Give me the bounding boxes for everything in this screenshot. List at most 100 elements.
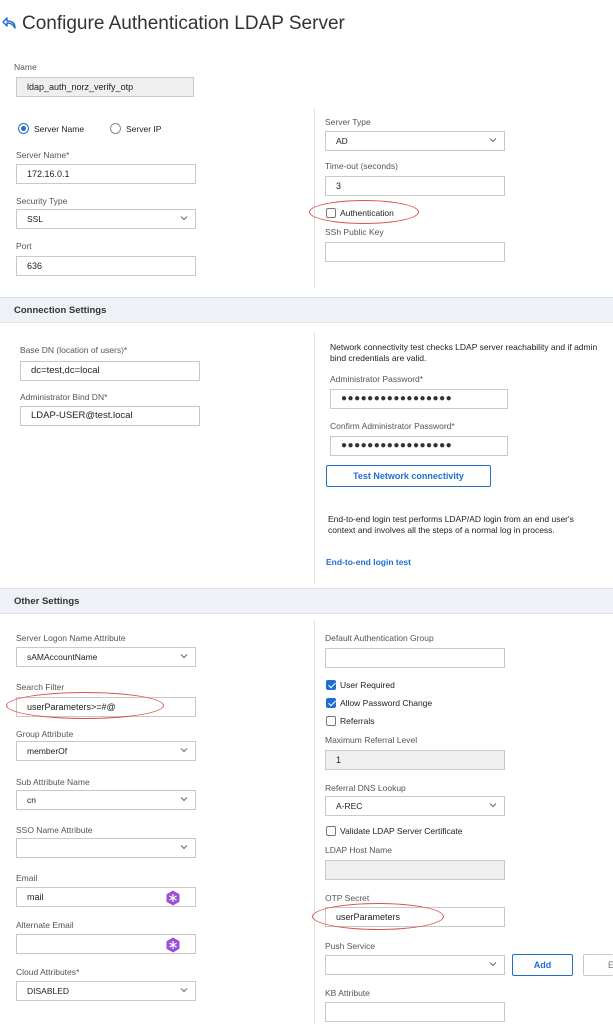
edit-button[interactable]: Ed (583, 954, 613, 976)
default-group-input[interactable] (325, 648, 505, 668)
chevron-down-icon (180, 654, 188, 659)
validate-cert-checkbox[interactable] (326, 826, 336, 836)
referrals-checkbox[interactable] (326, 716, 336, 726)
chevron-down-icon (489, 138, 497, 143)
key-generator-icon[interactable] (165, 937, 181, 953)
security-type-select[interactable]: SSL (16, 209, 196, 229)
validate-cert-label: Validate LDAP Server Certificate (340, 826, 463, 836)
kb-attribute-label: KB Attribute (325, 988, 370, 998)
cloud-attr-value: DISABLED (27, 986, 70, 996)
other-settings-header: Other Settings (0, 588, 613, 614)
timeout-input[interactable]: 3 (325, 176, 505, 196)
email-input[interactable]: mail (16, 887, 196, 907)
column-divider (314, 108, 315, 288)
column-divider (314, 333, 315, 583)
chevron-down-icon (180, 216, 188, 221)
other-settings-title: Other Settings (14, 596, 80, 607)
search-filter-label: Search Filter (16, 682, 65, 692)
sub-attr-value: cn (27, 795, 36, 805)
max-referral-label: Maximum Referral Level (325, 735, 418, 745)
network-test-note: Network connectivity test checks LDAP se… (330, 342, 598, 363)
otp-secret-label: OTP Secret (325, 893, 370, 903)
confirm-password-label: Confirm Administrator Password* (330, 421, 455, 431)
column-divider (314, 620, 315, 1024)
port-input[interactable]: 636 (16, 256, 196, 276)
server-name-input[interactable]: 172.16.0.1 (16, 164, 196, 184)
sub-attr-select[interactable]: cn (16, 790, 196, 810)
server-name-label: Server Name* (16, 150, 70, 160)
name-label: Name (14, 62, 37, 72)
confirm-password-input[interactable]: ●●●●●●●●●●●●●●●●● (330, 436, 508, 456)
back-arrow-icon[interactable] (2, 16, 18, 32)
server-type-select[interactable]: AD (325, 131, 505, 151)
port-label: Port (16, 241, 32, 251)
max-referral-input: 1 (325, 750, 505, 770)
authentication-label: Authentication (340, 208, 394, 218)
connection-settings-header: Connection Settings (0, 297, 613, 323)
radio-server-ip-label: Server IP (126, 124, 162, 134)
radio-server-ip[interactable] (110, 123, 121, 134)
server-type-label: Server Type (325, 117, 371, 127)
otp-secret-input[interactable]: userParameters (325, 907, 505, 927)
group-attr-label: Group Attribute (16, 729, 74, 739)
push-service-select[interactable] (325, 955, 505, 975)
key-generator-icon[interactable] (165, 890, 181, 906)
timeout-label: Time-out (seconds) (325, 161, 398, 171)
allow-password-change-label: Allow Password Change (340, 698, 433, 708)
cloud-attr-label: Cloud Attributes* (16, 967, 80, 977)
ssh-key-input[interactable] (325, 242, 505, 262)
connection-settings-title: Connection Settings (14, 305, 107, 316)
email-label: Email (16, 873, 38, 883)
admin-password-input[interactable]: ●●●●●●●●●●●●●●●●● (330, 389, 508, 409)
add-button[interactable]: Add (512, 954, 573, 976)
edit-button-label: Ed (608, 960, 613, 970)
allow-password-change-checkbox[interactable] (326, 698, 336, 708)
sso-name-select[interactable] (16, 838, 196, 858)
radio-server-name-label: Server Name (34, 124, 85, 134)
chevron-down-icon (180, 797, 188, 802)
chevron-down-icon (489, 803, 497, 808)
group-attr-select[interactable]: memberOf (16, 741, 196, 761)
ldap-host-input (325, 860, 505, 880)
name-field: ldap_auth_norz_verify_otp (16, 77, 194, 97)
alt-email-label: Alternate Email (16, 920, 74, 930)
e2e-login-test-link[interactable]: End-to-end login test (326, 557, 411, 567)
referral-dns-label: Referral DNS Lookup (325, 783, 406, 793)
logon-attr-label: Server Logon Name Attribute (16, 633, 126, 643)
logon-attr-value: sAMAccountName (27, 652, 98, 662)
chevron-down-icon (489, 962, 497, 967)
chevron-down-icon (180, 845, 188, 850)
security-type-value: SSL (27, 214, 44, 224)
referrals-label: Referrals (340, 716, 375, 726)
search-filter-input[interactable]: userParameters>=#@ (16, 697, 196, 717)
sub-attr-label: Sub Attribute Name (16, 777, 90, 787)
e2e-test-note: End-to-end login test performs LDAP/AD l… (328, 514, 574, 535)
kb-attribute-input[interactable] (325, 1002, 505, 1022)
user-required-label: User Required (340, 680, 395, 690)
default-group-label: Default Authentication Group (325, 633, 434, 643)
logon-attr-select[interactable]: sAMAccountName (16, 647, 196, 667)
test-network-button[interactable]: Test Network connectivity (326, 465, 491, 487)
referral-dns-value: A-REC (336, 801, 363, 811)
radio-server-name[interactable] (18, 123, 29, 134)
authentication-checkbox[interactable] (326, 208, 336, 218)
base-dn-label: Base DN (location of users)* (20, 345, 128, 355)
sso-name-label: SSO Name Attribute (16, 825, 93, 835)
admin-password-label: Administrator Password* (330, 374, 424, 384)
alt-email-input[interactable] (16, 934, 196, 954)
base-dn-input[interactable]: dc=test,dc=local (20, 361, 200, 381)
ldap-host-label: LDAP Host Name (325, 845, 392, 855)
email-value: mail (27, 892, 44, 902)
push-service-label: Push Service (325, 941, 376, 951)
user-required-checkbox[interactable] (326, 680, 336, 690)
referral-dns-select[interactable]: A-REC (325, 796, 505, 816)
ssh-key-label: SSh Public Key (325, 227, 384, 237)
bind-dn-input[interactable]: LDAP-USER@test.local (20, 406, 200, 426)
security-type-label: Security Type (16, 196, 68, 206)
chevron-down-icon (180, 988, 188, 993)
server-type-value: AD (336, 136, 348, 146)
cloud-attr-select[interactable]: DISABLED (16, 981, 196, 1001)
group-attr-value: memberOf (27, 746, 68, 756)
bind-dn-label: Administrator Bind DN* (20, 392, 108, 402)
page-title: Configure Authentication LDAP Server (22, 13, 345, 34)
